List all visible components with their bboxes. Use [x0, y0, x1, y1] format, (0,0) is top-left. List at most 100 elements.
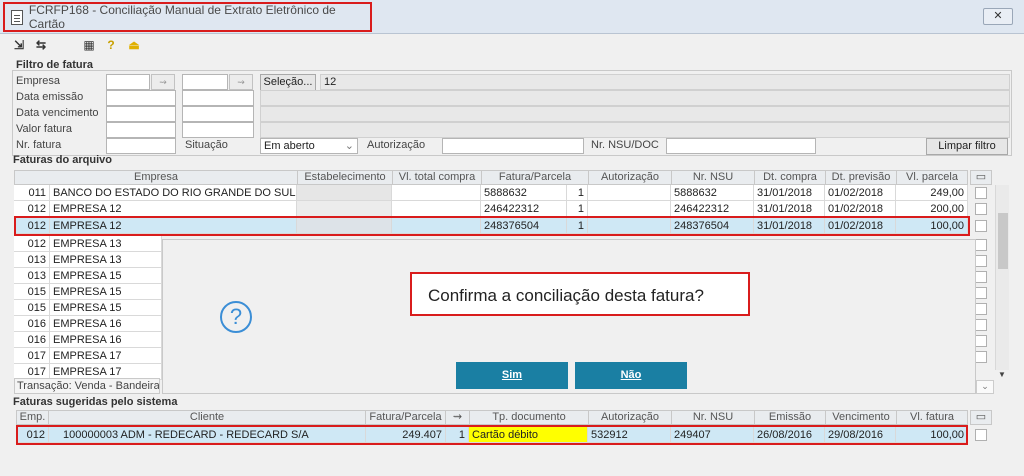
row-empresa: BANCO DO ESTADO DO RIO GRANDE DO SUL S/A: [50, 185, 297, 201]
scrollbar-thumb[interactable]: [998, 213, 1008, 269]
calendar-icon[interactable]: ▦: [82, 38, 96, 52]
data-vencimento-from[interactable]: [106, 106, 176, 122]
valor-fatura-from[interactable]: [106, 122, 176, 138]
row-checkbox[interactable]: [975, 203, 987, 215]
data-emissao-info: [260, 90, 1010, 106]
row-parcela: 1: [567, 201, 588, 217]
row-parcela: 1: [567, 185, 588, 201]
row-fatura: 246422312: [481, 201, 567, 217]
data-vencimento-to[interactable]: [182, 106, 254, 122]
col-autorizacao[interactable]: Autorização: [588, 170, 672, 185]
row-empresa: EMPRESA 16: [50, 316, 162, 332]
col-emissao[interactable]: Emissão: [754, 410, 826, 425]
empresa-to-input[interactable]: [182, 74, 228, 90]
document-icon: [11, 9, 23, 25]
transacao-info: Transação: Venda - Bandeira: [14, 378, 160, 394]
row-cod: 011: [14, 185, 50, 201]
col-fatura-parcela[interactable]: Fatura/Parcela: [481, 170, 589, 185]
empresa-from-input[interactable]: [106, 74, 150, 90]
nr-fatura-label: Nr. fatura: [16, 139, 62, 151]
selecao-value: 12: [320, 74, 1010, 90]
nsu-input[interactable]: [666, 138, 816, 154]
situacao-select[interactable]: Em aberto ⌄: [260, 138, 358, 154]
col-fatura-parcela[interactable]: Fatura/Parcela: [365, 410, 446, 425]
row-cod: 013: [14, 252, 50, 268]
empresa-to-lookup[interactable]: ⇝: [229, 74, 253, 90]
col-vl-fatura[interactable]: Vl. fatura: [896, 410, 968, 425]
row-estabelecimento-blurred: [297, 201, 392, 217]
data-vencimento-label: Data vencimento: [16, 107, 99, 119]
row-cod: 015: [14, 300, 50, 316]
col-vl-parcela[interactable]: Vl. parcela: [896, 170, 968, 185]
col-dt-previsao[interactable]: Dt. previsão: [825, 170, 897, 185]
row-autorizacao: [588, 185, 671, 201]
row-cod: 016: [14, 316, 50, 332]
col-nr-nsu[interactable]: Nr. NSU: [671, 170, 755, 185]
selecao-button[interactable]: Seleção...: [260, 74, 316, 91]
row-cod: 013: [14, 268, 50, 284]
data-emissao-from[interactable]: [106, 90, 176, 106]
sim-button[interactable]: Sim: [456, 362, 568, 389]
row-vl-parcela: 200,00: [896, 201, 968, 217]
row-checkbox[interactable]: [975, 271, 987, 283]
highlight-box: [14, 216, 970, 236]
sim-label: Sim: [501, 369, 523, 381]
close-button[interactable]: ✕: [983, 8, 1013, 25]
row-empresa: EMPRESA 17: [50, 348, 162, 364]
nr-fatura-input[interactable]: [106, 138, 176, 154]
col-nr-nsu[interactable]: Nr. NSU: [671, 410, 755, 425]
help-icon[interactable]: ?: [104, 38, 118, 52]
scroll-down-icon[interactable]: ▼: [996, 370, 1008, 380]
confirm-dialog: ? Confirma a conciliação desta fatura? S…: [162, 239, 976, 394]
col-sort-icon[interactable]: ⇝: [445, 410, 470, 425]
row-checkbox[interactable]: [975, 239, 987, 251]
row-empresa: EMPRESA 13: [50, 236, 162, 252]
row-checkbox[interactable]: [975, 255, 987, 267]
row-nsu: 5888632: [671, 185, 754, 201]
row-dt-previsao: 01/02/2018: [825, 201, 896, 217]
situacao-label: Situação: [185, 139, 228, 151]
row-checkbox[interactable]: [975, 429, 987, 441]
row-checkbox[interactable]: [975, 303, 987, 315]
faturas-sugeridas-title: Faturas sugeridas pelo sistema: [13, 396, 178, 408]
row-empresa: EMPRESA 15: [50, 300, 162, 316]
row-checkbox[interactable]: [975, 319, 987, 331]
row-cod: 012: [14, 201, 50, 217]
data-emissao-label: Data emissão: [16, 91, 84, 103]
limpar-filtro-button[interactable]: Limpar filtro: [926, 138, 1008, 155]
exit-icon[interactable]: ⏏: [127, 38, 141, 52]
col-emp[interactable]: Emp.: [16, 410, 49, 425]
toolbar: ⇲ ⇆ ▦ ? ⏏: [0, 34, 1024, 56]
grid-scrollbar[interactable]: [995, 185, 1009, 370]
col-autorizacao[interactable]: Autorização: [588, 410, 672, 425]
row-empresa: EMPRESA 12: [50, 201, 297, 217]
row-dt-compra: 31/01/2018: [754, 185, 825, 201]
col-select-all[interactable]: ▭: [970, 410, 992, 425]
row-checkbox[interactable]: [975, 335, 987, 347]
nao-button[interactable]: Não: [575, 362, 687, 389]
col-empresa[interactable]: Empresa: [14, 170, 298, 185]
expand-icon[interactable]: ⌄: [976, 380, 994, 394]
col-select-all[interactable]: ▭: [970, 170, 992, 185]
empresa-label: Empresa: [16, 75, 61, 87]
swap-icon[interactable]: ⇆: [34, 38, 48, 52]
col-dt-compra[interactable]: Dt. compra: [754, 170, 826, 185]
faturas-arquivo-title: Faturas do arquivo: [13, 154, 113, 166]
col-cliente[interactable]: Cliente: [48, 410, 366, 425]
row-dt-compra: 31/01/2018: [754, 201, 825, 217]
empresa-from-lookup[interactable]: ⇝: [151, 74, 175, 90]
row-checkbox[interactable]: [975, 187, 987, 199]
col-vl-total-compra[interactable]: Vl. total compra: [392, 170, 482, 185]
row-dt-previsao: 01/02/2018: [825, 185, 896, 201]
row-empresa: EMPRESA 16: [50, 332, 162, 348]
col-vencimento[interactable]: Vencimento: [825, 410, 897, 425]
arrow-icon[interactable]: ⇲: [12, 38, 26, 52]
col-estabelecimento[interactable]: Estabelecimento: [297, 170, 393, 185]
data-emissao-to[interactable]: [182, 90, 254, 106]
valor-fatura-to[interactable]: [182, 122, 254, 138]
row-checkbox[interactable]: [975, 220, 987, 232]
row-checkbox[interactable]: [975, 287, 987, 299]
col-tp-documento[interactable]: Tp. documento: [469, 410, 589, 425]
row-checkbox[interactable]: [975, 351, 987, 363]
autorizacao-input[interactable]: [442, 138, 584, 154]
